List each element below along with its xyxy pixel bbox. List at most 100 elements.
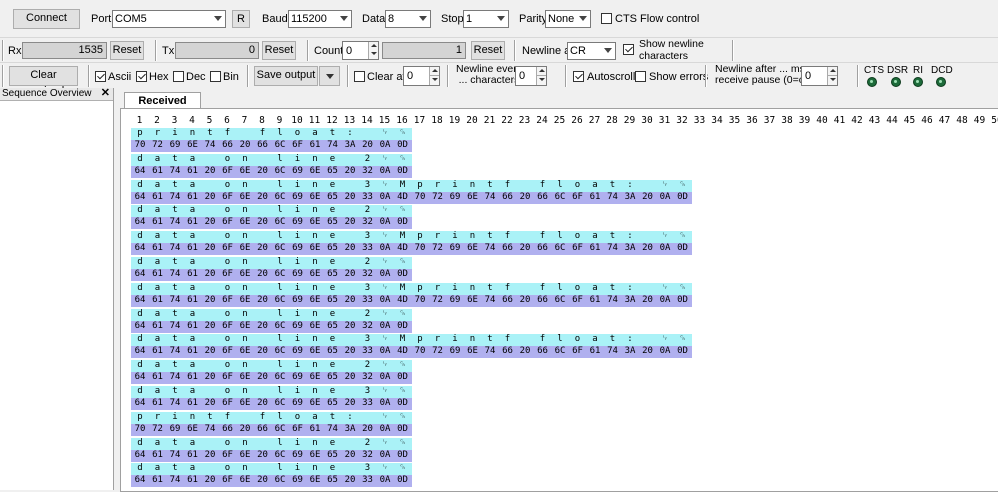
ascii-cell: t [166,231,184,244]
tab-received-data[interactable]: Received Data [124,92,201,123]
hex-cell: 6E [306,269,324,281]
hex-cell: 6F [288,423,307,436]
hex-cell: 32 [358,269,377,281]
hex-cell: 66 [533,191,552,204]
hex-cell: 64 [131,398,149,410]
spin-up-icon[interactable] [429,67,439,76]
newline-at-select[interactable]: CR [567,42,616,60]
dec-checkbox[interactable] [173,71,184,82]
stop-bits-select[interactable]: 1 [463,10,509,28]
hex-cell: 0A [656,346,674,359]
save-output-button[interactable]: Save output [254,66,318,86]
ascii-cell: i [288,282,307,295]
spin-down-icon[interactable] [536,76,546,85]
hex-cell: 20 [253,398,272,410]
spin-down-icon[interactable] [827,76,837,85]
clear-received-button[interactable]: Clear received [9,66,78,97]
close-icon[interactable]: ✕ [101,87,110,99]
hex-cell: 69 [288,294,307,307]
hex-cell: 6C [271,269,289,281]
ascii-cell: d [131,463,149,476]
hex-cell: 20 [201,449,219,462]
ascii-cell: f [253,128,272,140]
newline-every-stepper[interactable]: 0 [515,66,547,86]
autoscroll-checkbox[interactable] [573,71,584,82]
hex-cell: 6C [271,372,289,385]
hex-cell: 0D [393,398,412,410]
received-data-view[interactable]: 1 2 3 4 5 6 7 8 9 10 11 12 13 14 15 16 17 18 19 20 21 22 23 24 2… [120,108,998,492]
parity-select[interactable]: None [545,10,591,28]
ruler-column: 38 [781,115,793,126]
spin-down-icon[interactable] [368,50,378,59]
spin-down-icon[interactable] [429,76,439,85]
ascii-cell: l [271,153,289,166]
ascii-cell: i [288,360,307,373]
bin-checkbox[interactable] [210,71,221,82]
spin-up-icon[interactable] [536,67,546,76]
hex-cell: 6C [271,320,289,333]
count-value: 0 [346,45,353,57]
separator [732,40,734,61]
hex-cell: 6F [218,320,237,333]
hex-cell: 6F [288,140,307,152]
connect-button[interactable]: Connect [13,9,80,29]
clear-at-stepper[interactable]: 0 [403,66,440,86]
baud-select[interactable]: 115200 [288,10,352,28]
hex-cell: 20 [638,294,657,307]
ascii-cell: l [551,179,569,192]
cts-flow-label: CTS Flow control [615,13,700,25]
hex-cell: 65 [323,398,342,410]
hex-cell: 74 [166,449,184,462]
clear-at-checkbox[interactable] [354,71,365,82]
count-stepper[interactable]: 0 [342,41,379,60]
port-select[interactable]: COM5 [112,10,226,28]
ascii-cell: a [148,282,167,295]
tx-reset-button[interactable]: Reset [262,41,296,60]
ascii-cell: n [463,179,482,192]
ascii-cell: n [183,128,202,140]
count-reset-button[interactable]: Reset [471,41,505,60]
ascii-cell: o [218,179,237,192]
ascii-cell: t [201,128,219,140]
hex-cell: 61 [148,269,167,281]
ruler-column: 3 [171,115,178,126]
rx-reset-button[interactable]: Reset [110,41,144,60]
hex-cell: 61 [148,294,167,307]
show-errors-checkbox[interactable] [635,71,646,82]
hex-checkbox[interactable] [136,71,147,82]
ascii-cell: n [306,257,324,269]
spin-up-icon[interactable] [827,67,837,76]
hex-cell: 3A [621,243,639,256]
ruler-column: 12 [326,115,338,126]
ascii-cell: i [446,334,464,347]
hex-cell: 61 [183,191,202,204]
hex-label: Hex [149,71,169,83]
hex-cell: 20 [201,269,219,281]
newline-at-value: CR [570,45,586,57]
ascii-checkbox[interactable] [95,71,106,82]
ascii-cell: a [183,153,202,166]
hex-cell: 0A [376,346,394,359]
ascii-cell: ␍ [393,205,412,218]
ruler-column: 14 [361,115,373,126]
hex-cell: 69 [288,217,307,230]
cts-flow-checkbox[interactable] [601,13,612,24]
refresh-ports-button[interactable]: R [232,10,250,28]
hex-cell: 6E [236,243,254,256]
hex-cell: 74 [166,165,184,178]
show-newline-checkbox[interactable] [623,44,634,55]
ascii-cell: o [218,308,237,321]
newline-after-stepper[interactable]: 0 [801,66,838,86]
hex-cell: 74 [166,191,184,204]
hex-cell: 74 [166,320,184,333]
hex-cell: 61 [148,372,167,385]
save-output-menu-button[interactable] [319,66,340,86]
hex-cell: 20 [516,294,534,307]
ascii-cell: n [306,231,324,244]
hex-cell: 0A [656,191,674,204]
ascii-cell: n [236,308,254,321]
ascii-cell: n [236,360,254,373]
hex-cell: 69 [446,294,464,307]
data-bits-select[interactable]: 8 [385,10,431,28]
hex-cell: 6C [271,294,289,307]
